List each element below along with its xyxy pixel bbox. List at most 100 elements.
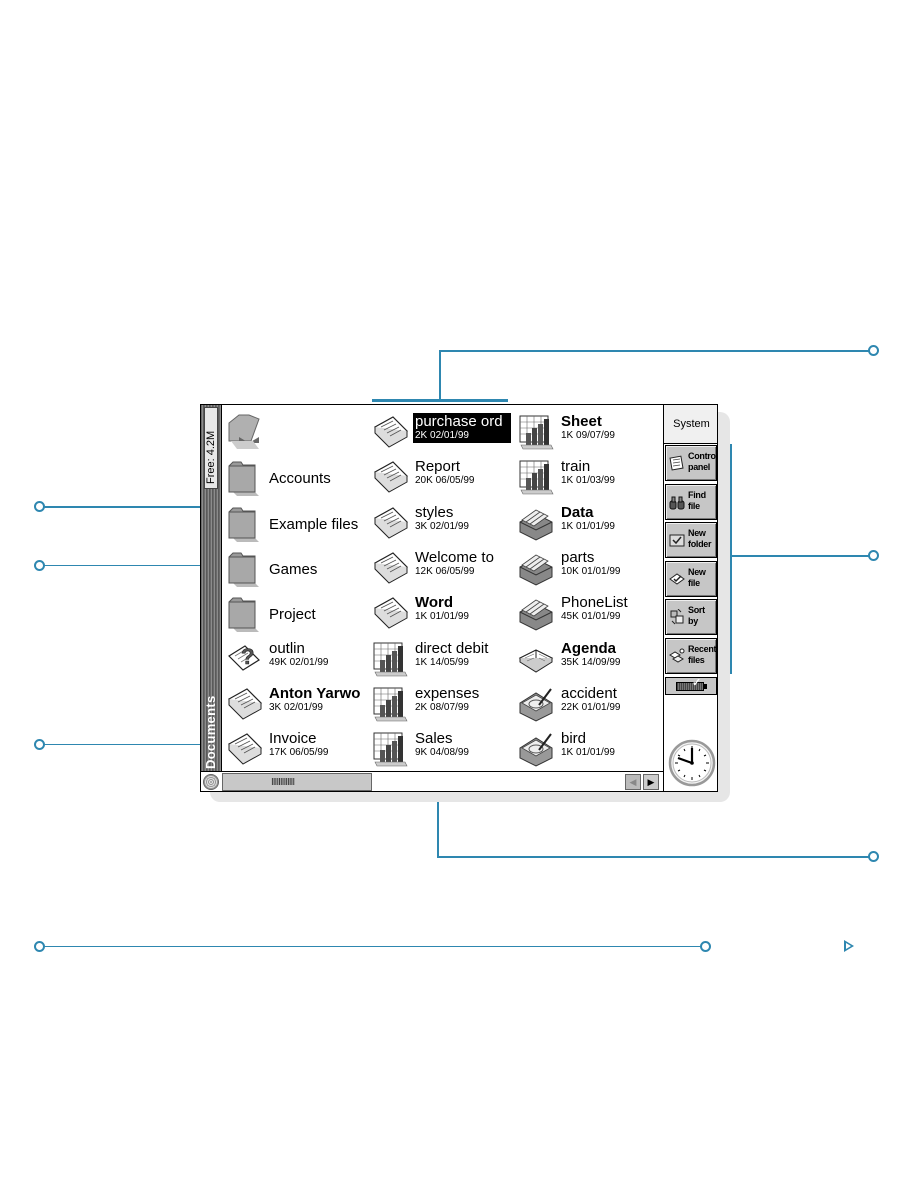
item-name: Accounts — [269, 470, 331, 488]
item-name: Project — [269, 606, 316, 624]
item-name: Data — [561, 503, 594, 521]
spreadsheet-icon — [371, 730, 409, 768]
file-item[interactable]: expenses 2K 08/07/99 — [369, 683, 515, 728]
callout-line-bottom — [437, 856, 870, 858]
file-item[interactable]: Report 20K 06/05/99 — [369, 456, 515, 501]
scroll-right-button[interactable]: ▶ — [643, 774, 659, 790]
folder-item[interactable]: Accounts — [223, 456, 369, 501]
file-item[interactable]: train 1K 01/03/99 — [515, 456, 661, 501]
file-item[interactable]: bird 1K 01/01/99 — [515, 728, 661, 773]
toolbar-button-new-file[interactable]: New file — [665, 560, 717, 597]
file-item[interactable]: Welcome to 12K 06/05/99 — [369, 547, 515, 592]
folder-item[interactable]: Project — [223, 592, 369, 637]
label-line-1: Recent — [688, 644, 717, 654]
file-item[interactable]: accident 22K 01/01/99 — [515, 683, 661, 728]
folder-title[interactable]: Documents — [203, 689, 219, 770]
toolbar-button-control-panel[interactable]: Control panel — [665, 445, 717, 481]
word-document-icon — [371, 413, 409, 451]
file-item[interactable]: Invoice 17K 06/05/99 — [223, 728, 369, 773]
word-document-icon — [371, 594, 409, 632]
callout-line-top — [440, 350, 872, 352]
label-line-1: Sort — [688, 605, 705, 616]
toolbar: System Control panel Find file New folder New f… — [663, 405, 717, 791]
file-item[interactable]: parts 10K 01/01/99 — [515, 547, 661, 592]
label-line-2: folder — [688, 539, 712, 550]
item-size-date: 9K 04/08/99 — [415, 747, 469, 759]
callout-dot — [868, 851, 879, 862]
clock-icon[interactable] — [668, 739, 716, 787]
toolbar-button-label: Sort by — [688, 605, 705, 627]
sketch-icon — [517, 685, 555, 723]
file-item[interactable]: Anton Yarwo 3K 02/01/99 — [223, 683, 369, 728]
toolbar-button-label: Control panel — [688, 451, 717, 473]
toolbar-button-recent-files[interactable]: Recent files — [665, 638, 717, 674]
file-item[interactable]: styles 3K 02/01/99 — [369, 502, 515, 547]
callout-line-docs — [40, 744, 210, 745]
scroll-left-button[interactable]: ◀ — [625, 774, 641, 790]
file-item[interactable]: Data 1K 01/01/99 — [515, 502, 661, 547]
item-size-date: 10K 01/01/99 — [561, 565, 621, 577]
next-page-arrow-icon[interactable] — [844, 940, 854, 952]
folder-item[interactable]: Example files — [223, 502, 369, 547]
free-space-label: Free: 4.2M — [205, 430, 217, 484]
folder-icon — [225, 594, 263, 633]
file-grid: Accounts Example files Games Project? outlin… — [223, 411, 663, 771]
bottom-bar: IIIIIIIIIIIII ◀ ▶ — [201, 771, 663, 791]
callout-dot — [868, 345, 879, 356]
spreadsheet-icon — [371, 640, 409, 678]
word-document-icon — [225, 685, 263, 723]
recent-files-icon — [669, 648, 685, 664]
spreadsheet-icon — [517, 413, 555, 451]
toolbar-button-sort-by[interactable]: Sort by — [665, 599, 717, 636]
database-icon — [517, 594, 555, 632]
file-item[interactable]: direct debit 1K 14/05/99 — [369, 638, 515, 683]
callout-dot — [700, 941, 711, 952]
menu-icon[interactable] — [203, 774, 219, 790]
item-name: Welcome to — [415, 548, 494, 566]
folder-sidebar: Free: 4.2M Documents — [201, 405, 222, 771]
item-size-date: 22K 01/01/99 — [561, 701, 621, 713]
file-item[interactable]: purchase ord 2K 02/01/99 — [369, 411, 515, 456]
file-item[interactable]: Word 1K 01/01/99 — [369, 592, 515, 637]
item-name: outlin — [269, 639, 305, 657]
callout-bracket-title — [372, 399, 508, 402]
folder-item[interactable]: Games — [223, 547, 369, 592]
item-size-date: 1K 01/03/99 — [561, 475, 615, 487]
toolbar-button-find-file[interactable]: Find file — [665, 483, 717, 520]
toolbar-button-new-folder[interactable]: New folder — [665, 522, 717, 559]
label-line-2: files — [688, 655, 705, 665]
file-item[interactable]: PhoneList 45K 01/01/99 — [515, 592, 661, 637]
agenda-icon — [517, 640, 555, 678]
file-item[interactable]: Sheet 1K 09/07/99 — [515, 411, 661, 456]
file-item[interactable]: Agenda 35K 14/09/99 — [515, 638, 661, 683]
word-document-icon — [225, 730, 263, 768]
callout-line-page — [40, 946, 702, 947]
svg-text:?: ? — [241, 644, 254, 669]
item-size-date: 1K 01/01/99 — [415, 611, 469, 623]
item-size-date: 2K 02/01/99 — [413, 430, 511, 443]
spreadsheet-icon — [517, 458, 555, 496]
item-size-date: 1K 01/01/99 — [561, 520, 615, 532]
item-name: Anton Yarwo — [269, 684, 361, 702]
horizontal-scrollbar[interactable]: IIIIIIIIIIIII — [222, 773, 372, 791]
scroll-thumb[interactable]: IIIIIIIIIIIII — [271, 777, 295, 788]
toolbar-button-label: Recent files — [688, 644, 717, 666]
item-size-date: 35K 14/09/99 — [561, 656, 621, 668]
item-name: Example files — [269, 515, 359, 533]
database-icon — [517, 549, 555, 587]
item-name: Report — [415, 458, 461, 476]
callout-dot — [34, 560, 45, 571]
file-item[interactable]: Sales 9K 04/08/99 — [369, 728, 515, 773]
binoculars-icon — [669, 494, 685, 510]
item-name: Word — [415, 594, 454, 612]
parent-folder-button[interactable] — [223, 411, 369, 456]
battery-status: ✓ — [665, 677, 717, 695]
file-item[interactable]: ? outlin 49K 02/01/99 — [223, 638, 369, 683]
battery-ok-icon: ✓ — [692, 677, 702, 689]
toolbar-title[interactable]: System — [664, 405, 717, 444]
item-name: Sales — [415, 730, 453, 748]
unknown-file-icon: ? — [225, 640, 263, 678]
item-name: expenses — [415, 684, 480, 702]
folder-icon — [225, 549, 263, 587]
new-file-icon — [669, 571, 685, 587]
